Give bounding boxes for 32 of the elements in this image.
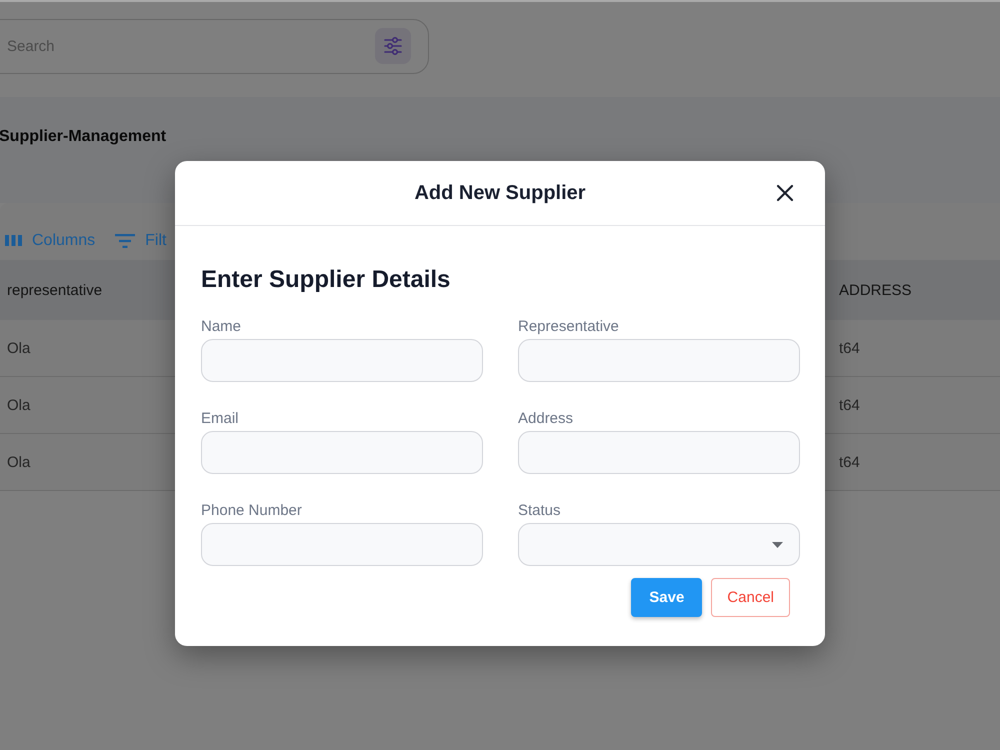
input-field[interactable] — [201, 431, 483, 474]
input-field[interactable] — [201, 523, 483, 566]
column-header: ADDRESS — [839, 282, 912, 298]
field-label: Representative — [518, 318, 619, 336]
field-label: Address — [518, 410, 574, 428]
close-icon — [776, 184, 794, 202]
save-button[interactable]: Save — [631, 578, 702, 617]
filter-icon — [115, 234, 136, 248]
field-label: Name — [201, 318, 242, 336]
field-label: Phone Number — [201, 502, 302, 520]
input-field[interactable] — [201, 339, 483, 382]
table-cell: t64 — [839, 396, 860, 414]
dialog-title: Add New Supplier — [414, 182, 586, 204]
column-header: representative — [7, 282, 102, 298]
table-cell: t64 — [839, 340, 860, 356]
sliders-icon — [383, 36, 403, 56]
field-label: Status — [518, 502, 561, 520]
table-cell: Ola — [7, 396, 30, 414]
columns-icon — [5, 235, 22, 246]
input-field[interactable] — [518, 431, 800, 474]
filter-button[interactable] — [375, 28, 411, 64]
field-label: Email — [201, 410, 239, 428]
columns-button[interactable]: Columns — [5, 232, 96, 250]
caret-icon — [772, 542, 783, 548]
filters-button[interactable]: Filt — [115, 232, 166, 250]
cancel-button[interactable]: Cancel — [711, 578, 790, 617]
table-cell: Ola — [7, 340, 30, 356]
form-heading: Enter Supplier Details — [201, 266, 450, 294]
table-cell: t64 — [839, 454, 860, 470]
table-cell: Ola — [7, 454, 30, 470]
select-field[interactable] — [518, 523, 800, 566]
input-field[interactable] — [518, 339, 800, 382]
